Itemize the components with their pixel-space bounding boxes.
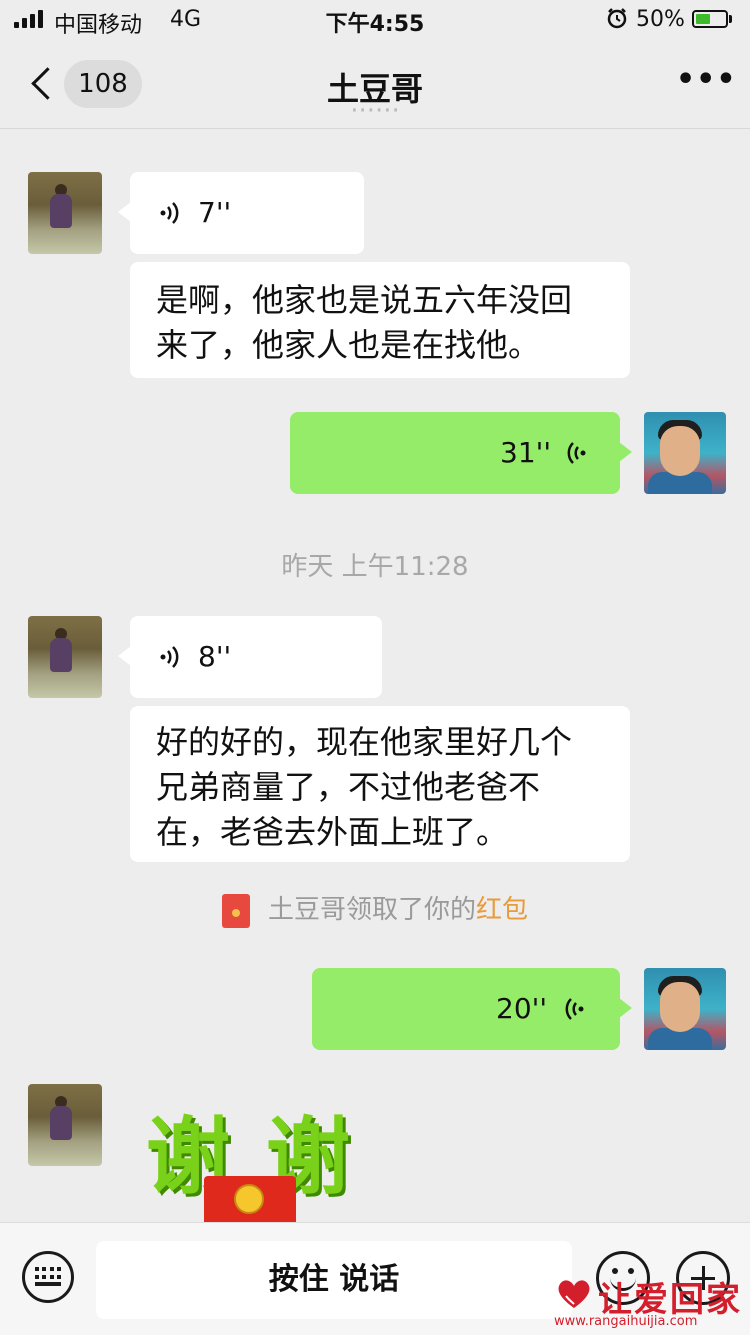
alarm-icon xyxy=(606,7,628,35)
voice-duration: 31'' xyxy=(500,436,552,469)
voice-wave-icon xyxy=(567,442,586,464)
voice-duration: 7'' xyxy=(198,196,232,229)
battery-tip xyxy=(729,15,732,23)
voice-wave-icon xyxy=(160,646,179,668)
battery-charging-icon xyxy=(692,10,728,28)
chat-title: 土豆哥 xyxy=(326,70,423,108)
message-text-line: 兄弟商量了，不过他老爸不 xyxy=(156,768,541,806)
contact-avatar[interactable] xyxy=(28,172,102,254)
watermark-url: www.rangaihuijia.com xyxy=(554,1314,698,1329)
message-text-line: 来了，他家人也是在找他。 xyxy=(156,326,541,364)
voice-message-bubble-outgoing[interactable]: 31'' xyxy=(290,412,632,494)
text-message-bubble[interactable]: 好的好的，现在他家里好几个 兄弟商量了，不过他老爸不 在，老爸去外面上班了。 xyxy=(130,706,630,862)
voice-message-bubble[interactable]: 7'' xyxy=(118,172,364,254)
red-envelope-graphic xyxy=(204,1176,296,1226)
voice-duration: 20'' xyxy=(496,992,548,1025)
contact-avatar[interactable] xyxy=(28,616,102,698)
voice-wave-icon xyxy=(565,998,584,1020)
battery-percent: 50% xyxy=(636,7,685,32)
status-bar: 中国移动 4G 下午4:55 50% xyxy=(0,0,750,40)
message-text-line: 在，老爸去外面上班了。 xyxy=(156,813,509,851)
red-packet-link[interactable]: 红包 xyxy=(476,895,528,925)
message-text-line: 好的好的，现在他家里好几个 xyxy=(156,723,573,761)
watermark-logo: 让爱回家 www.rangaihuijia.com xyxy=(552,1272,748,1332)
hold-to-talk-button[interactable]: 按住 说话 xyxy=(96,1241,572,1319)
system-notice: 土豆哥领取了你的红包 xyxy=(0,892,750,928)
contact-avatar[interactable] xyxy=(28,1084,102,1166)
my-avatar[interactable] xyxy=(644,412,726,494)
my-avatar[interactable] xyxy=(644,968,726,1050)
heart-hands-icon xyxy=(558,1280,590,1308)
more-icon[interactable]: ••• xyxy=(676,60,736,100)
voice-wave-icon xyxy=(160,202,179,224)
message-text-line: 是啊，他家也是说五六年没回 xyxy=(156,281,573,319)
voice-message-bubble[interactable]: 8'' xyxy=(118,616,382,698)
timestamp: 昨天 上午11:28 xyxy=(281,552,469,582)
clipped-timestamp: ······ xyxy=(350,106,400,126)
voice-duration: 8'' xyxy=(198,640,232,673)
system-notice-text: 土豆哥领取了你的 xyxy=(267,895,476,925)
keyboard-icon[interactable] xyxy=(22,1251,74,1303)
voice-message-bubble-outgoing[interactable]: 20'' xyxy=(312,968,632,1050)
text-message-bubble[interactable]: 是啊，他家也是说五六年没回 来了，他家人也是在找他。 xyxy=(130,262,630,378)
red-packet-icon xyxy=(221,893,250,928)
